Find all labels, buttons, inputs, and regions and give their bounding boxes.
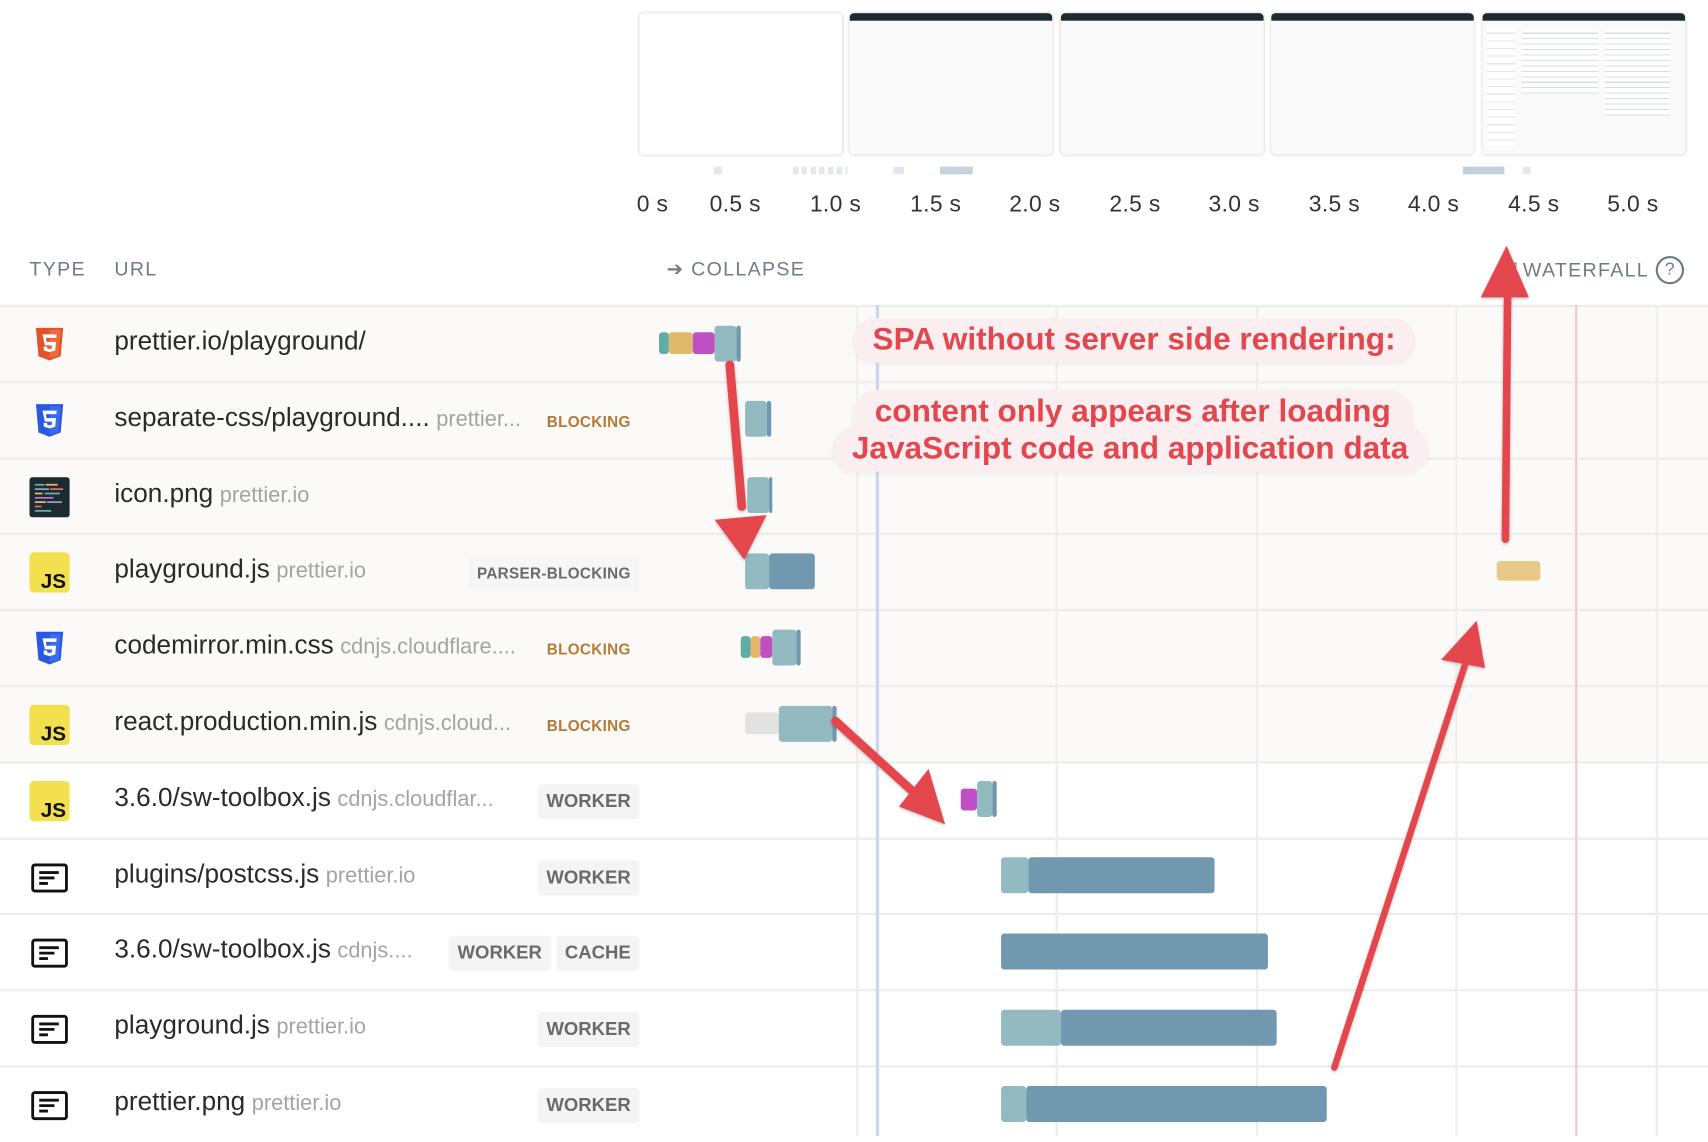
arrow-diagonal-head: [899, 768, 946, 825]
arrow-up-right-head: [1441, 620, 1485, 669]
arrow-down-head: [714, 515, 767, 560]
arrow-diagonal: [831, 716, 925, 803]
arrow-up-right: [1331, 661, 1469, 1071]
arrow-up-head: [1480, 245, 1529, 298]
request-waterfall-view: 0 s 0.5 s 1.0 s 1.5 s 2.0 s 2.5 s 3.0 s 3.5 s 4.…: [0, 0, 1708, 1137]
arrow-up: [1501, 290, 1512, 544]
arrow-down: [725, 360, 747, 511]
annotation-arrows: [714, 245, 1529, 1071]
